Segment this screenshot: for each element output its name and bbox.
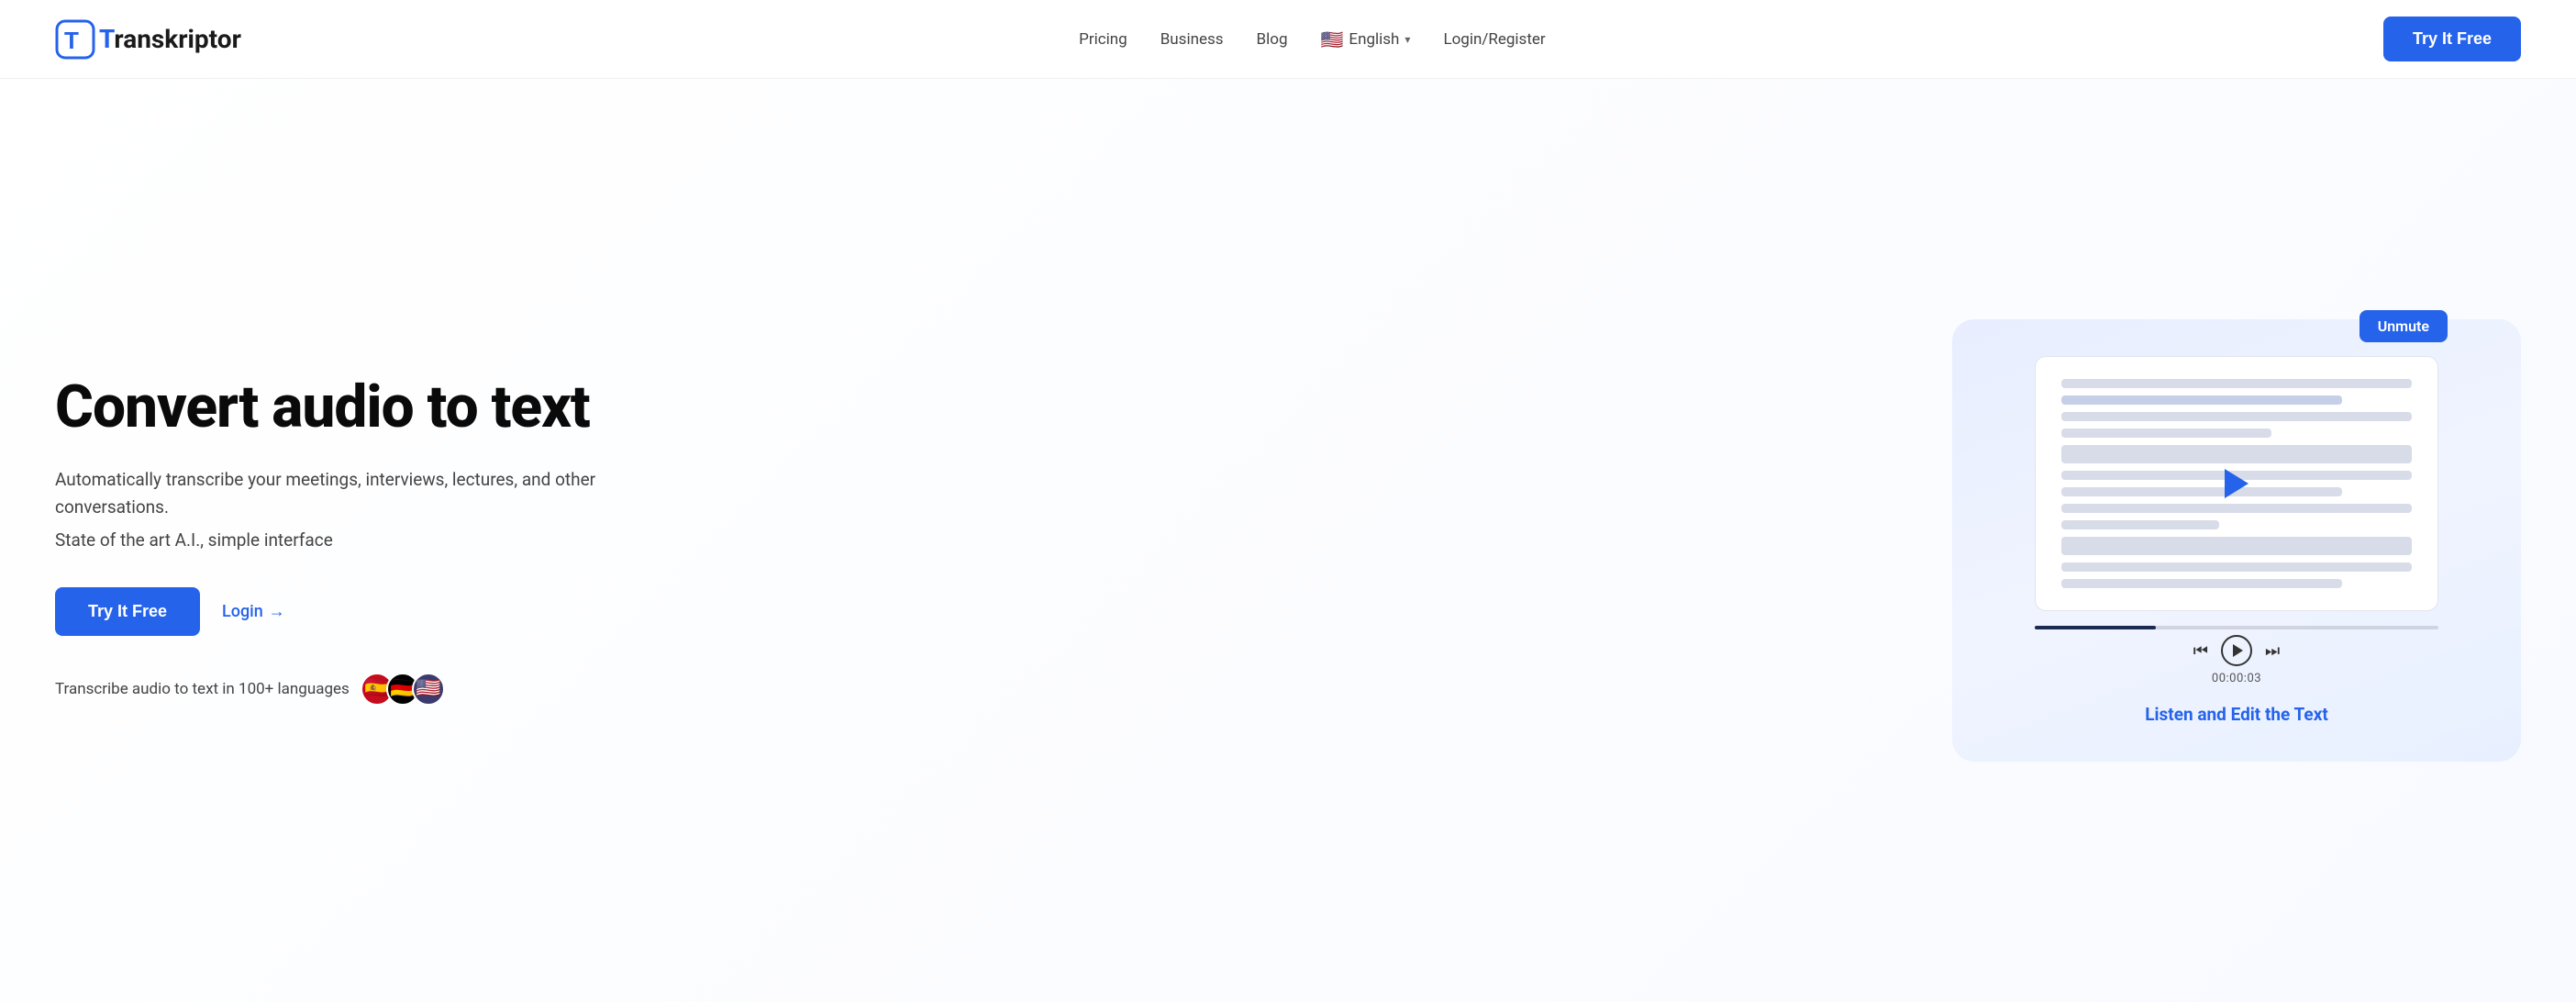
hero-title: Convert audio to text bbox=[55, 375, 605, 440]
us-flag-icon2: 🇺🇸 bbox=[412, 673, 445, 706]
rewind-button[interactable]: ⏮ bbox=[2193, 641, 2208, 661]
doc-line-4 bbox=[2061, 429, 2271, 438]
logo[interactable]: T Transkriptor bbox=[55, 19, 241, 60]
play-arrow-container bbox=[2225, 469, 2248, 498]
hero-section: Convert audio to text Automatically tran… bbox=[0, 79, 2576, 1002]
flag-stack: 🇪🇸 🇩🇪 🇺🇸 bbox=[361, 673, 445, 706]
doc-line-6 bbox=[2061, 487, 2342, 496]
us-flag-icon: 🇺🇸 bbox=[1321, 28, 1344, 50]
doc-line-2 bbox=[2061, 395, 2342, 405]
play-button[interactable] bbox=[2221, 635, 2252, 666]
logo-icon: T bbox=[55, 19, 95, 60]
svg-text:T: T bbox=[64, 27, 79, 54]
languages-text: Transcribe audio to text in 100+ languag… bbox=[55, 680, 350, 698]
illustration-background: Unmute bbox=[1952, 319, 2521, 762]
forward-button[interactable]: ⏭ bbox=[2265, 641, 2280, 661]
play-triangle-icon bbox=[2233, 644, 2243, 657]
nav-business[interactable]: Business bbox=[1160, 30, 1224, 49]
doc-line-3 bbox=[2061, 412, 2412, 421]
listen-edit-text[interactable]: Listen and Edit the Text bbox=[2145, 704, 2328, 725]
try-it-free-hero-button[interactable]: Try It Free bbox=[55, 587, 200, 636]
progress-bar-track bbox=[2035, 626, 2438, 629]
doc-line-7 bbox=[2061, 504, 2412, 513]
audio-player: ⏮ ⏭ 00:00:03 bbox=[2035, 626, 2438, 685]
doc-line-1 bbox=[2061, 379, 2412, 388]
doc-line-8 bbox=[2061, 520, 2219, 529]
login-label: Login bbox=[222, 602, 263, 621]
try-it-free-header-button[interactable]: Try It Free bbox=[2383, 17, 2521, 61]
site-header: T Transkriptor Pricing Business Blog 🇺🇸 … bbox=[0, 0, 2576, 79]
hero-content-left: Convert audio to text Automatically tran… bbox=[55, 375, 605, 705]
logo-text: Transkriptor bbox=[99, 24, 241, 54]
doc-line-10 bbox=[2061, 579, 2342, 588]
main-nav: Pricing Business Blog 🇺🇸 English ▾ Login… bbox=[1079, 28, 1546, 50]
hero-buttons: Try It Free Login → bbox=[55, 587, 605, 636]
unmute-badge[interactable]: Unmute bbox=[2359, 310, 2448, 342]
hero-subtitle: Automatically transcribe your meetings, … bbox=[55, 466, 605, 522]
chevron-down-icon: ▾ bbox=[1405, 33, 1410, 46]
login-link[interactable]: Login → bbox=[222, 602, 285, 621]
hero-tagline: State of the art A.I., simple interface bbox=[55, 529, 605, 551]
language-selector[interactable]: 🇺🇸 English ▾ bbox=[1321, 28, 1411, 50]
progress-bar-fill bbox=[2035, 626, 2156, 629]
progress-bar-container bbox=[2035, 626, 2438, 629]
hero-content-right: Unmute bbox=[1952, 319, 2521, 762]
login-arrow-icon: → bbox=[269, 602, 285, 621]
doc-line-9 bbox=[2061, 562, 2412, 572]
nav-blog[interactable]: Blog bbox=[1257, 30, 1288, 49]
timestamp-label: 00:00:03 bbox=[2212, 672, 2261, 685]
document-card bbox=[2035, 356, 2438, 611]
doc-spacer bbox=[2061, 445, 2412, 463]
languages-row: Transcribe audio to text in 100+ languag… bbox=[55, 673, 605, 706]
doc-spacer2 bbox=[2061, 537, 2412, 555]
login-register-link[interactable]: Login/Register bbox=[1443, 30, 1545, 49]
player-controls[interactable]: ⏮ ⏭ bbox=[2193, 635, 2280, 666]
language-label: English bbox=[1349, 30, 1399, 49]
nav-pricing[interactable]: Pricing bbox=[1079, 30, 1127, 49]
play-arrow-icon bbox=[2225, 469, 2248, 498]
